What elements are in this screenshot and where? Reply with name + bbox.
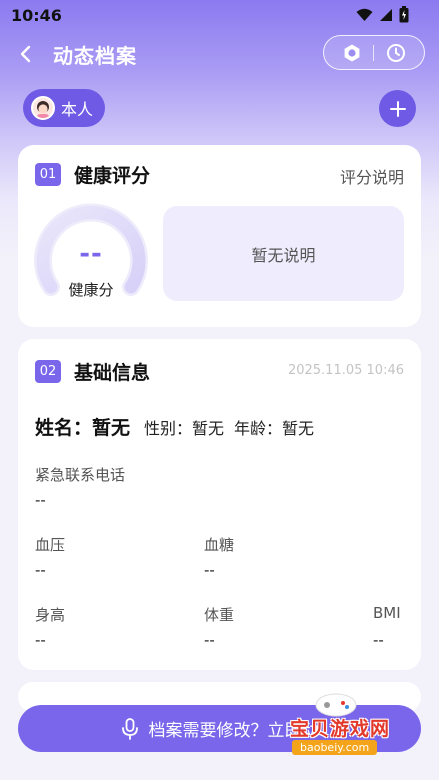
chevron-left-icon <box>20 45 31 63</box>
emergency-phone-label: 紧急联系电话 <box>35 466 126 484</box>
update-date: 2025.11.05 10:46 <box>287 363 404 378</box>
header-capsule <box>323 35 425 70</box>
signal-icon <box>380 8 392 21</box>
camera-button[interactable] <box>342 43 362 63</box>
avatar <box>31 96 55 120</box>
avatar-icon <box>37 101 49 118</box>
weight-label: 体重 <box>204 606 235 624</box>
height-label: 身高 <box>35 606 66 624</box>
blood-pressure-value: -- <box>35 561 46 579</box>
status-icons <box>356 6 409 23</box>
basic-info-card: 02 基础信息 2025.11.05 10:46 姓名：暂无 性别：暂无 年龄：… <box>18 339 421 670</box>
score-description: 暂无说明 <box>163 206 404 301</box>
watermark-text: 宝贝游戏网 <box>290 718 391 740</box>
gender-text: 性别：暂无 <box>144 419 225 438</box>
height-value: -- <box>35 631 46 649</box>
page-title: 动态档案 <box>53 44 137 68</box>
blood-sugar-label: 血糖 <box>204 536 235 554</box>
microphone-icon <box>121 717 138 740</box>
status-time: 10:46 <box>11 6 62 25</box>
back-button[interactable] <box>14 40 36 68</box>
age-text: 年龄：暂无 <box>234 419 315 438</box>
section-title: 基础信息 <box>74 362 151 384</box>
score-label: 健康分 <box>68 281 114 299</box>
emergency-phone-value: -- <box>35 491 46 509</box>
identity-row: 姓名：暂无 性别：暂无 年龄：暂无 <box>35 413 314 440</box>
score-gauge: -- 健康分 <box>34 199 148 303</box>
watermark-logo: 宝贝游戏网 baobeiy.com <box>286 688 406 770</box>
clock-icon <box>387 43 406 62</box>
wifi-icon <box>356 8 373 21</box>
camera-icon <box>344 44 360 61</box>
header: 动态档案 <box>0 30 439 78</box>
score-value: -- <box>79 239 103 269</box>
section-number: 01 <box>35 163 61 186</box>
plus-icon <box>389 100 406 117</box>
blood-sugar-value: -- <box>204 561 215 579</box>
section-title: 健康评分 <box>74 165 151 187</box>
weight-value: -- <box>204 631 215 649</box>
score-explanation-link[interactable]: 评分说明 <box>340 164 404 188</box>
name-text: 姓名：暂无 <box>35 417 131 439</box>
add-profile-button[interactable] <box>379 90 416 127</box>
health-score-card: 01 健康评分 评分说明 -- 健康分 暂无说明 <box>18 145 421 327</box>
bmi-label: BMI <box>373 604 401 622</box>
capsule-divider <box>373 44 375 61</box>
blood-pressure-label: 血压 <box>35 536 66 554</box>
watermark-url: baobeiy.com <box>292 740 378 755</box>
bmi-value: -- <box>373 631 384 649</box>
battery-icon <box>399 6 409 23</box>
profile-chip[interactable]: 本人 <box>23 89 106 127</box>
history-button[interactable] <box>386 43 406 63</box>
profile-chip-label: 本人 <box>61 100 94 119</box>
status-bar: 10:46 <box>0 0 439 30</box>
section-number: 02 <box>35 360 61 383</box>
